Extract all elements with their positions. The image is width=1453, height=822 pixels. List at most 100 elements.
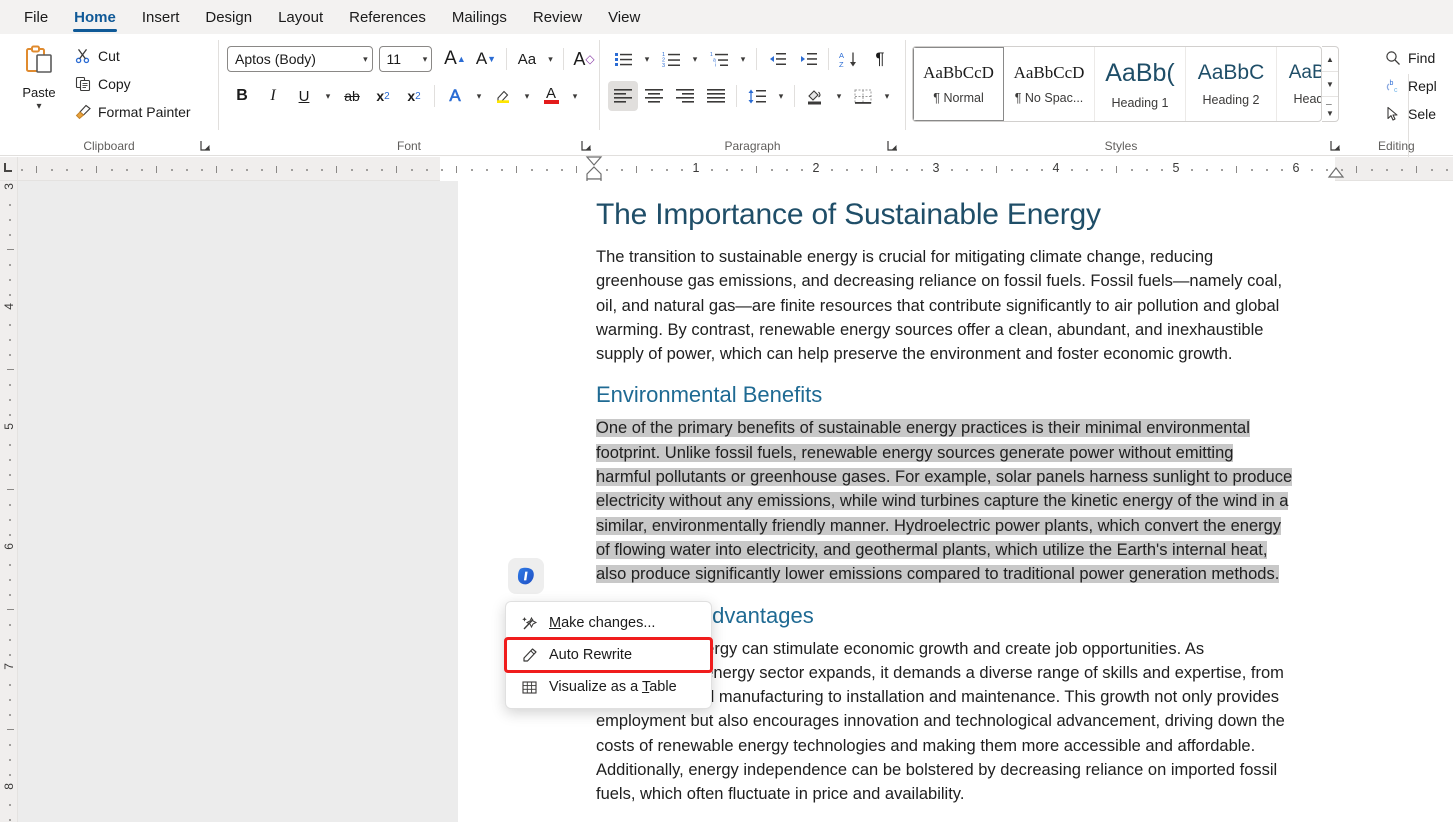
styles-scroll-up-icon[interactable]: ▲ xyxy=(1322,47,1338,72)
select-button[interactable]: Select xyxy=(1385,100,1436,128)
style-item-heading-3[interactable]: AaBbC( Heading 3 xyxy=(1277,47,1321,121)
chevron-down-icon[interactable]: ▾ xyxy=(36,101,41,113)
vertical-ruler-tick xyxy=(9,579,11,581)
bullets-chevron-down-icon[interactable]: ▾ xyxy=(639,44,655,74)
vertical-ruler-tick xyxy=(9,294,11,296)
select-label: Select xyxy=(1408,106,1436,122)
line-spacing-chevron-down-icon[interactable]: ▾ xyxy=(773,81,789,111)
font-dialog-launcher[interactable] xyxy=(580,139,593,152)
styles-dialog-launcher[interactable] xyxy=(1329,139,1342,152)
document-page[interactable]: The Importance of Sustainable Energy The … xyxy=(458,181,1453,822)
change-case-button[interactable]: Aa xyxy=(512,44,542,74)
menu-item-make-changes[interactable]: Make changes... xyxy=(506,607,711,639)
find-button[interactable]: Find xyxy=(1385,44,1436,72)
format-painter-button[interactable]: Format Painter xyxy=(70,99,199,125)
borders-chevron-down-icon[interactable]: ▾ xyxy=(879,81,895,111)
document-title: The Importance of Sustainable Energy xyxy=(596,198,1101,231)
document-paragraph[interactable]: The transition to sustainable energy is … xyxy=(596,245,1368,366)
bold-button[interactable]: B xyxy=(227,81,257,111)
grow-font-button[interactable]: A ▲ xyxy=(440,44,470,74)
clipboard-dialog-launcher[interactable] xyxy=(199,139,212,152)
tab-references[interactable]: References xyxy=(337,5,438,29)
numbering-chevron-down-icon[interactable]: ▾ xyxy=(687,44,703,74)
change-case-chevron-down-icon[interactable]: ▾ xyxy=(543,44,558,74)
ruler-tick xyxy=(1086,169,1088,171)
vertical-ruler[interactable]: 3 4 5 6 7 8 xyxy=(0,181,18,822)
styles-scroll-down-icon[interactable]: ▼ xyxy=(1322,72,1338,97)
paste-button[interactable]: Paste ▾ xyxy=(8,38,70,130)
style-item-heading-2[interactable]: AaBbC Heading 2 xyxy=(1186,47,1277,121)
text-effects-button[interactable]: A xyxy=(440,81,470,111)
copilot-button[interactable] xyxy=(508,558,544,594)
strikethrough-button[interactable]: ab xyxy=(337,81,367,111)
tab-view[interactable]: View xyxy=(596,5,652,29)
vertical-ruler-tick xyxy=(9,594,11,596)
multilevel-list-button[interactable]: 1 a i xyxy=(704,44,734,74)
styles-more-icon[interactable]: ─ ▼ xyxy=(1322,97,1338,121)
ruler-tick xyxy=(471,169,473,171)
font-color-button[interactable]: A xyxy=(536,81,566,111)
style-item-normal[interactable]: AaBbCcD ¶ Normal xyxy=(913,47,1004,121)
copy-button[interactable]: Copy xyxy=(70,71,199,97)
italic-button[interactable]: I xyxy=(258,81,288,111)
menu-item-auto-rewrite[interactable]: Auto Rewrite xyxy=(504,637,713,673)
shading-button[interactable] xyxy=(800,81,830,111)
tab-review[interactable]: Review xyxy=(521,5,594,29)
tab-home[interactable]: Home xyxy=(62,5,128,32)
tab-mailings[interactable]: Mailings xyxy=(440,5,519,29)
style-item-heading-1[interactable]: AaBb( Heading 1 xyxy=(1095,47,1186,121)
paragraph-dialog-launcher[interactable] xyxy=(886,139,899,152)
document-heading: Environmental Benefits xyxy=(596,382,823,408)
ruler-tick xyxy=(1146,169,1148,171)
magic-wand-icon xyxy=(521,615,538,632)
shrink-font-button[interactable]: A ▼ xyxy=(471,44,501,74)
sort-button[interactable]: A Z xyxy=(834,44,864,74)
style-label: Heading 1 xyxy=(1111,95,1169,110)
find-label: Find xyxy=(1408,50,1436,66)
font-size-combo[interactable]: 11 ▾ xyxy=(378,46,433,72)
shading-chevron-down-icon[interactable]: ▾ xyxy=(831,81,847,111)
underline-chevron-down-icon[interactable]: ▾ xyxy=(320,81,336,111)
increase-indent-button[interactable] xyxy=(793,44,823,74)
ruler-corner-tab-selector[interactable] xyxy=(0,157,18,181)
align-left-button[interactable] xyxy=(608,81,638,111)
document-paragraph-selected[interactable]: One of the primary benefits of sustainab… xyxy=(596,416,1368,586)
tab-file[interactable]: File xyxy=(12,5,60,29)
decrease-indent-button[interactable] xyxy=(762,44,792,74)
vertical-ruler-tick xyxy=(9,504,11,506)
tab-layout[interactable]: Layout xyxy=(266,5,335,29)
font-color-chevron-down-icon[interactable]: ▾ xyxy=(567,81,583,111)
tab-insert[interactable]: Insert xyxy=(130,5,192,29)
multilevel-chevron-down-icon[interactable]: ▾ xyxy=(735,44,751,74)
ruler-tick xyxy=(1116,166,1117,173)
text-effects-chevron-down-icon[interactable]: ▾ xyxy=(471,81,487,111)
align-center-button[interactable] xyxy=(639,81,669,111)
clear-formatting-button[interactable]: A ◇ xyxy=(569,44,599,74)
ruler-number: 2 xyxy=(812,161,820,175)
bullets-button[interactable] xyxy=(608,44,638,74)
align-right-button[interactable] xyxy=(670,81,700,111)
tab-design[interactable]: Design xyxy=(193,5,264,29)
subscript-button[interactable]: x2 xyxy=(368,81,398,111)
cut-button[interactable]: Cut xyxy=(70,43,199,69)
superscript-button[interactable]: x2 xyxy=(399,81,429,111)
document-canvas: The Importance of Sustainable Energy The … xyxy=(18,181,1453,822)
borders-button[interactable] xyxy=(848,81,878,111)
numbering-button[interactable]: 1 2 3 xyxy=(656,44,686,74)
menu-item-visualize-as-table[interactable]: Visualize as a Table xyxy=(506,671,711,703)
document-body[interactable]: The Importance of Sustainable Energy The … xyxy=(596,195,1368,807)
justify-button[interactable] xyxy=(701,81,731,111)
font-name-combo[interactable]: Aptos (Body) ▾ xyxy=(227,46,373,72)
vertical-ruler-number: 6 xyxy=(2,543,16,550)
vertical-ruler-tick xyxy=(9,204,11,206)
line-spacing-button[interactable] xyxy=(742,81,772,111)
highlight-chevron-down-icon[interactable]: ▾ xyxy=(519,81,535,111)
styles-gallery-scrollbar[interactable]: ▲ ▼ ─ ▼ xyxy=(1322,46,1339,122)
horizontal-ruler[interactable]: 1 2 3 4 5 6 xyxy=(18,156,1453,187)
underline-button[interactable]: U xyxy=(289,81,319,111)
show-formatting-marks-button[interactable]: ¶ xyxy=(865,44,895,74)
style-item-no-spacing[interactable]: AaBbCcD ¶ No Spac... xyxy=(1004,47,1095,121)
text-highlight-color-button[interactable] xyxy=(488,81,518,111)
right-indent-marker[interactable] xyxy=(1326,166,1350,182)
replace-button[interactable]: b c Replace xyxy=(1385,72,1436,100)
